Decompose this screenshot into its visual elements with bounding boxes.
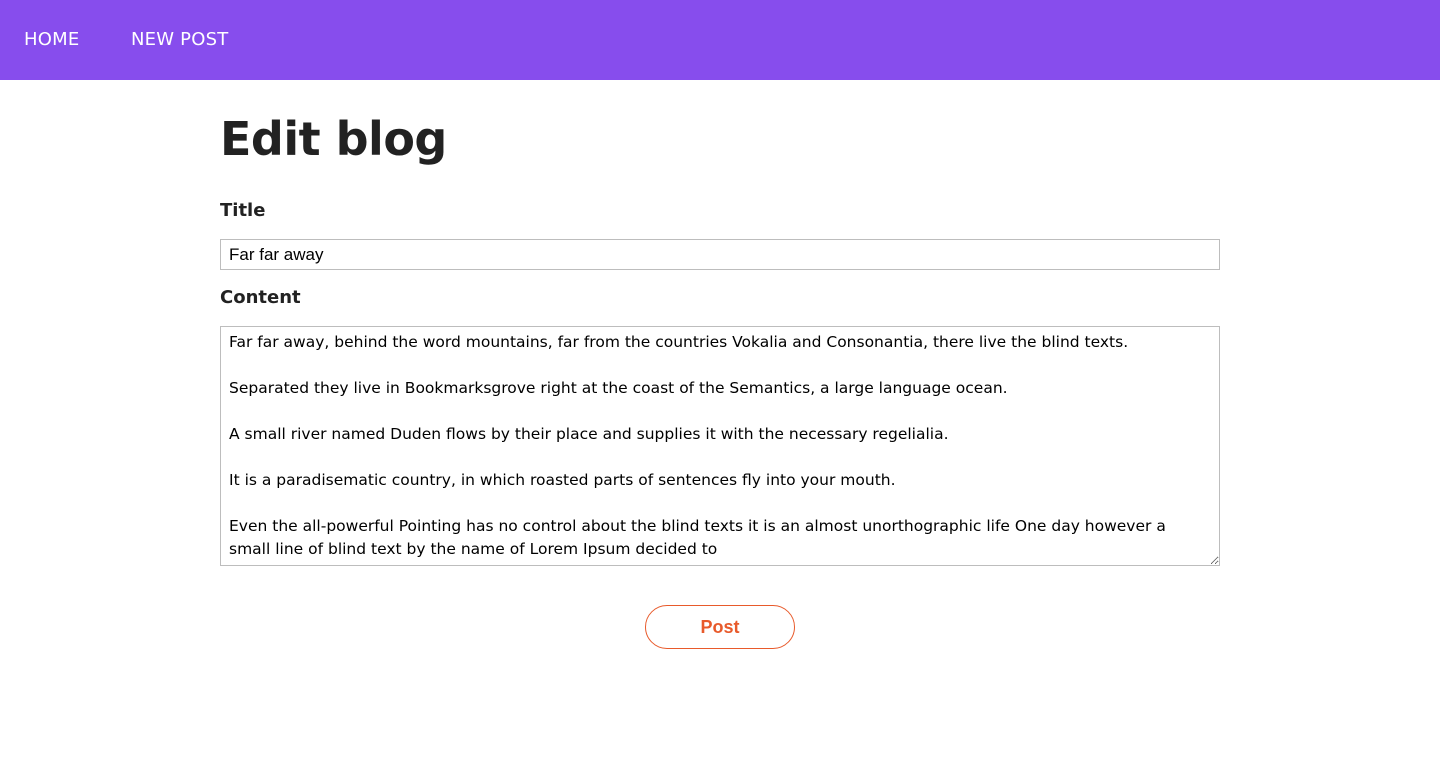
- title-label: Title: [220, 200, 266, 221]
- nav-new-post-link[interactable]: NEW POST: [131, 29, 228, 50]
- content-label: Content: [220, 287, 301, 308]
- title-input[interactable]: [220, 239, 1220, 270]
- content-textarea[interactable]: Far far away, behind the word mountains,…: [220, 326, 1220, 566]
- top-navbar: HOME NEW POST: [0, 0, 1440, 80]
- post-button[interactable]: Post: [645, 605, 795, 649]
- page-title: Edit blog: [220, 112, 447, 166]
- nav-home-link[interactable]: HOME: [24, 29, 79, 50]
